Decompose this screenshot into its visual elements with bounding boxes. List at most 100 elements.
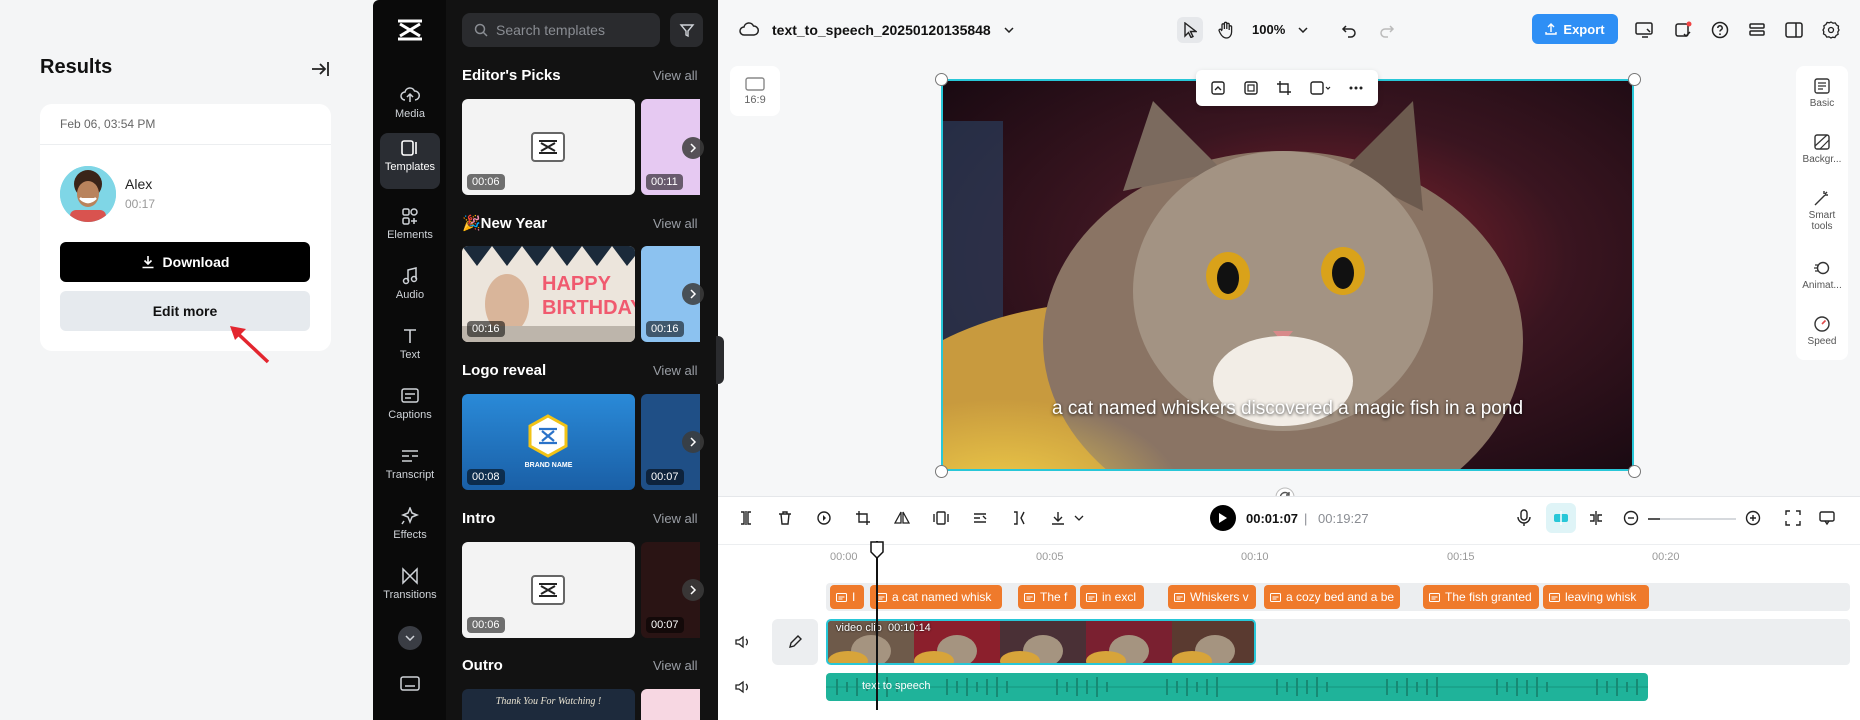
freeze-frame-icon[interactable] bbox=[928, 505, 954, 531]
view-all-new-year[interactable]: View all bbox=[653, 216, 698, 231]
playhead[interactable] bbox=[876, 541, 878, 710]
zoom-out-icon[interactable] bbox=[1618, 505, 1644, 531]
audio-track-volume-icon[interactable] bbox=[730, 674, 756, 700]
fullscreen-icon[interactable] bbox=[1780, 505, 1806, 531]
template-thumb[interactable]: BRAND NAME 00:08 bbox=[462, 394, 635, 490]
carousel-next-icon[interactable] bbox=[682, 579, 704, 601]
cover-edit-button[interactable] bbox=[772, 619, 818, 665]
video-clip-label: video clip 00:10:14 bbox=[836, 622, 931, 634]
video-track-volume-icon[interactable] bbox=[730, 629, 756, 655]
view-all-outro[interactable]: View all bbox=[653, 658, 698, 673]
properties-smart-tools[interactable]: Smart tools bbox=[1796, 190, 1848, 232]
caption-clip[interactable]: The f bbox=[1018, 585, 1076, 609]
collapse-panel-icon[interactable] bbox=[308, 58, 332, 80]
caption-clip[interactable]: in excl bbox=[1080, 585, 1144, 609]
zoom-chevron-down-icon[interactable] bbox=[1290, 17, 1316, 43]
play-button[interactable] bbox=[1210, 505, 1236, 531]
properties-basic[interactable]: Basic bbox=[1796, 78, 1848, 109]
auto-snap-icon[interactable] bbox=[1546, 503, 1576, 533]
caption-clip[interactable]: Whiskers v bbox=[1168, 585, 1256, 609]
caption-clip[interactable]: The fish granted bbox=[1423, 585, 1539, 609]
export-button[interactable]: Export bbox=[1532, 14, 1618, 44]
split-layout-icon[interactable] bbox=[1781, 17, 1807, 43]
download-button[interactable]: Download bbox=[60, 242, 310, 282]
select-tool-icon[interactable] bbox=[1177, 17, 1203, 43]
elements-icon bbox=[402, 208, 418, 225]
keyboard-shortcuts-icon[interactable] bbox=[399, 675, 421, 693]
download-chevron-down-icon[interactable] bbox=[1066, 505, 1092, 531]
rail-item-media[interactable]: Media bbox=[380, 80, 440, 132]
replace-media-icon[interactable] bbox=[1210, 80, 1226, 96]
settings-gear-icon[interactable] bbox=[1818, 17, 1844, 43]
split-link-icon[interactable] bbox=[1583, 505, 1609, 531]
rail-item-captions[interactable]: Captions bbox=[380, 381, 440, 433]
resize-handle[interactable] bbox=[1628, 73, 1641, 86]
trim-icon[interactable] bbox=[1006, 505, 1032, 531]
rail-more-chevron-icon[interactable] bbox=[398, 626, 422, 650]
template-thumb[interactable]: HAPPY BIRTHDAY 00:16 bbox=[462, 246, 635, 342]
resize-handle[interactable] bbox=[1628, 465, 1641, 478]
crop-clip-icon[interactable] bbox=[850, 505, 876, 531]
transcript-edit-icon[interactable] bbox=[967, 505, 993, 531]
playhead-handle[interactable] bbox=[870, 541, 884, 559]
caption-clip[interactable]: a cat named whisk bbox=[870, 585, 1002, 609]
rail-item-transitions[interactable]: Transitions bbox=[380, 561, 440, 613]
zoom-in-icon[interactable] bbox=[1740, 505, 1766, 531]
rail-item-transcript[interactable]: Transcript bbox=[380, 441, 440, 493]
present-screen-icon[interactable] bbox=[1631, 17, 1657, 43]
search-input[interactable]: Search templates bbox=[462, 13, 660, 47]
caption-clip[interactable]: I bbox=[830, 585, 864, 609]
view-all-logo-reveal[interactable]: View all bbox=[653, 363, 698, 378]
caption-clip[interactable]: a cozy bed and a be bbox=[1264, 585, 1400, 609]
chevron-down-icon[interactable] bbox=[996, 17, 1022, 43]
speed-rotate-icon[interactable] bbox=[811, 505, 837, 531]
more-options-icon[interactable] bbox=[1348, 80, 1364, 96]
aspect-ratio-button[interactable]: 16:9 bbox=[730, 66, 780, 116]
crop-icon[interactable] bbox=[1276, 80, 1292, 96]
resize-handle[interactable] bbox=[935, 465, 948, 478]
split-tool-icon[interactable] bbox=[733, 505, 759, 531]
zoom-slider[interactable] bbox=[1648, 518, 1736, 520]
template-thumb[interactable]: 00:06 bbox=[462, 542, 635, 638]
templates-icon bbox=[401, 140, 417, 156]
rail-item-elements[interactable]: Elements bbox=[380, 201, 440, 253]
zoom-level[interactable]: 100% bbox=[1252, 22, 1285, 37]
mask-icon[interactable] bbox=[1309, 80, 1331, 96]
undo-icon[interactable] bbox=[1336, 17, 1362, 43]
rail-item-templates[interactable]: Templates bbox=[380, 133, 440, 189]
template-thumb[interactable]: 00:06 bbox=[462, 99, 635, 195]
help-icon[interactable] bbox=[1707, 17, 1733, 43]
view-all-editors-picks[interactable]: View all bbox=[653, 68, 698, 83]
cloud-sync-icon[interactable] bbox=[736, 17, 762, 43]
rail-item-effects[interactable]: Effects bbox=[380, 501, 440, 553]
caption-clip[interactable]: leaving whisk bbox=[1543, 585, 1649, 609]
microphone-icon[interactable] bbox=[1511, 505, 1537, 531]
carousel-next-icon[interactable] bbox=[682, 431, 704, 453]
video-caption[interactable]: a cat named whiskers discovered a magic … bbox=[941, 398, 1634, 420]
layers-icon[interactable] bbox=[1744, 17, 1770, 43]
template-thumb[interactable] bbox=[641, 689, 700, 720]
view-all-intro[interactable]: View all bbox=[653, 511, 698, 526]
rail-item-text[interactable]: Text bbox=[380, 321, 440, 373]
properties-speed[interactable]: Speed bbox=[1796, 316, 1848, 347]
carousel-next-icon[interactable] bbox=[682, 137, 704, 159]
redo-icon[interactable] bbox=[1374, 17, 1400, 43]
flip-icon[interactable] bbox=[889, 505, 915, 531]
template-thumb[interactable]: Thank You For Watching ! bbox=[462, 689, 635, 720]
edit-more-button[interactable]: Edit more bbox=[60, 291, 310, 331]
feedback-icon[interactable] bbox=[1814, 505, 1840, 531]
filter-button[interactable] bbox=[670, 13, 703, 47]
fit-frame-icon[interactable] bbox=[1243, 80, 1259, 96]
project-name[interactable]: text_to_speech_20250120135848 bbox=[772, 22, 991, 38]
audio-clip[interactable] bbox=[826, 673, 1648, 701]
properties-background[interactable]: Backgr... bbox=[1796, 134, 1848, 165]
carousel-next-icon[interactable] bbox=[682, 283, 704, 305]
rail-item-audio[interactable]: Audio bbox=[380, 261, 440, 313]
properties-animation[interactable]: Animat... bbox=[1796, 260, 1848, 291]
hand-tool-icon[interactable] bbox=[1213, 17, 1239, 43]
notification-icon[interactable] bbox=[1670, 17, 1696, 43]
panel-collapse-handle[interactable] bbox=[716, 336, 724, 384]
caption-clip-icon bbox=[1429, 592, 1440, 602]
delete-icon[interactable] bbox=[772, 505, 798, 531]
resize-handle[interactable] bbox=[935, 73, 948, 86]
